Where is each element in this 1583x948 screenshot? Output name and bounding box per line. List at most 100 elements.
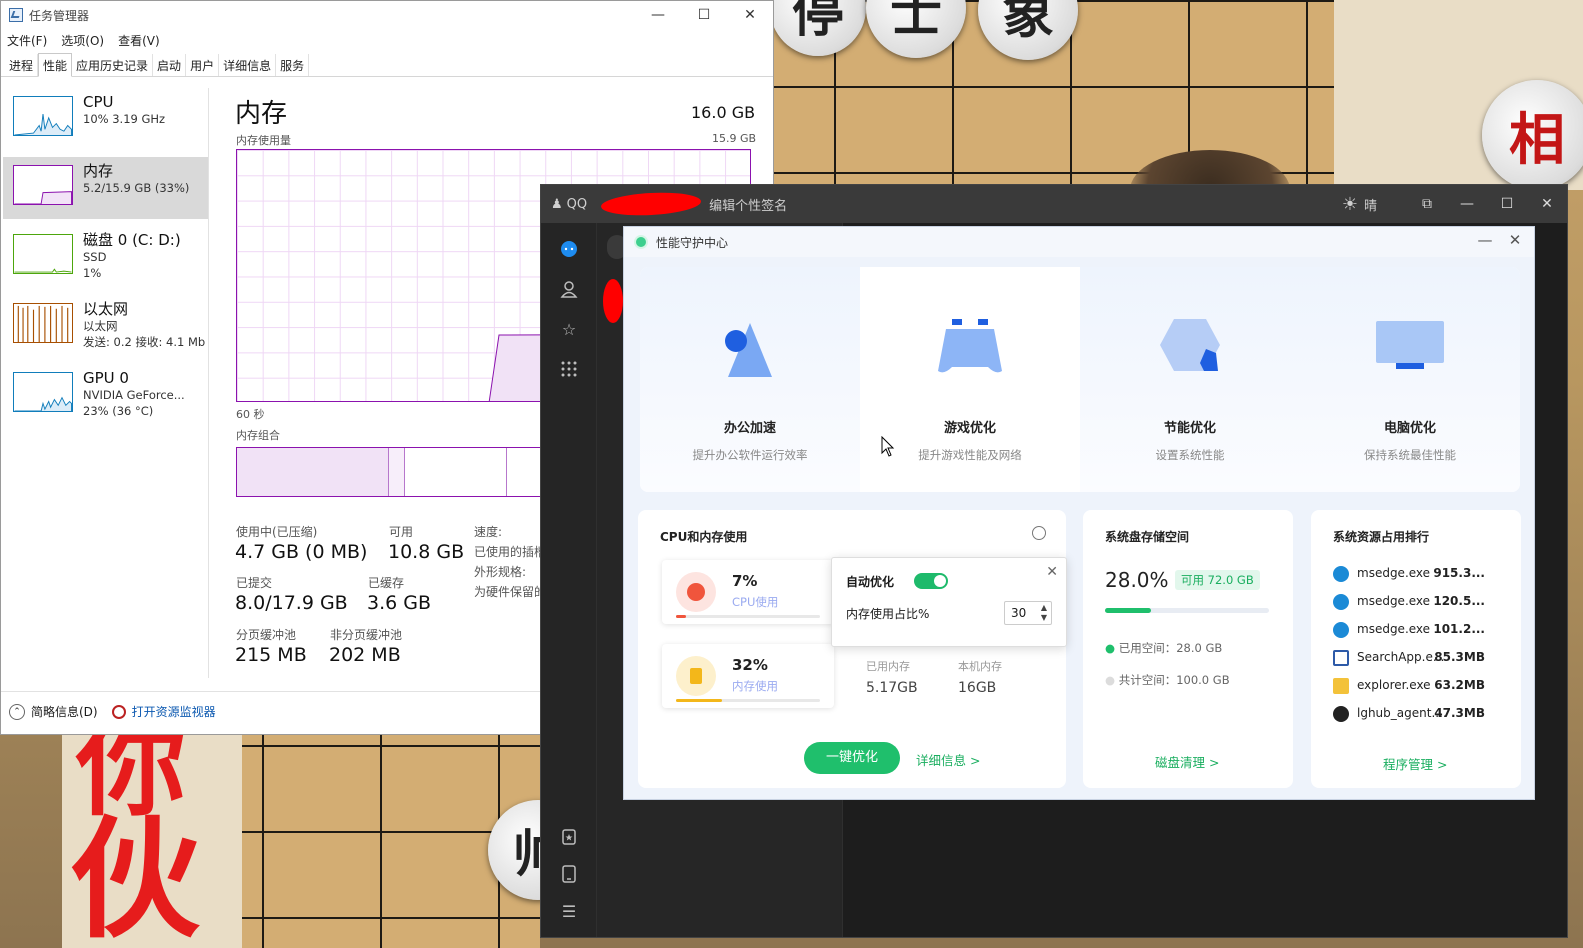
sidebar-item-memory[interactable]: 内存 5.2/15.9 GB (33%) xyxy=(3,157,208,219)
card-pc-optimize[interactable]: 电脑优化 保持系统最佳性能 xyxy=(1300,267,1520,492)
minimize-button[interactable]: — xyxy=(1474,231,1496,253)
optimization-cards: 办公加速 提升办公软件运行效率 游戏优化 提升游戏性能及网络 节能优化 设置系统… xyxy=(640,267,1520,492)
memory-usage-bar xyxy=(676,699,820,702)
search-app-icon xyxy=(1333,650,1349,666)
edge-icon xyxy=(1333,622,1349,638)
composition-label: 内存组合 xyxy=(236,429,280,442)
panel-title: 系统资源占用排行 xyxy=(1333,530,1430,544)
tab-app-history[interactable]: 应用历史记录 xyxy=(72,54,154,76)
list-item[interactable]: lghub_agent.... 47.3MB xyxy=(1333,704,1507,724)
sidebar-item-ethernet[interactable]: 以太网 以太网 发送: 0.2 接收: 4.1 Mb xyxy=(3,295,208,357)
details-link[interactable]: 详细信息 > xyxy=(916,750,980,769)
sidebar-detail: NVIDIA GeForce... xyxy=(83,388,185,402)
available-value: 10.8 GB xyxy=(388,541,465,563)
list-item[interactable]: SearchApp.e... 85.3MB xyxy=(1333,648,1507,668)
menu-file[interactable]: 文件(F) xyxy=(7,32,47,49)
sidebar-item-cpu[interactable]: CPU 10% 3.19 GHz xyxy=(3,88,208,150)
task-manager-icon xyxy=(9,8,23,22)
edit-signature-link[interactable]: 编辑个性签名 xyxy=(709,195,787,214)
star-icon[interactable]: ☆ xyxy=(559,319,579,339)
resource-monitor-icon xyxy=(111,704,126,719)
minimize-button[interactable]: — xyxy=(1447,196,1487,212)
menu-view[interactable]: 查看(V) xyxy=(118,32,160,49)
memory-usage-label: 内存使用 xyxy=(732,679,778,693)
gamepad-icon xyxy=(938,319,1002,373)
menu-icon[interactable]: ☰ xyxy=(559,901,579,921)
redacted-username xyxy=(600,190,702,218)
maximize-button[interactable]: ☐ xyxy=(681,1,727,29)
cpu-chip-icon xyxy=(676,572,716,612)
pin-window-icon[interactable]: ⧉ xyxy=(1407,196,1447,212)
sidebar-detail: 5.2/15.9 GB (33%) xyxy=(83,181,190,195)
minimize-button[interactable]: — xyxy=(635,1,681,29)
paged-pool-value: 215 MB xyxy=(235,644,307,666)
cpu-memory-panel: CPU和内存使用 7% CPU使用 32% 内存使用 已用内存 5.17GB 本… xyxy=(638,510,1067,788)
sidebar-detail: 10% 3.19 GHz xyxy=(83,112,166,126)
cpu-usage-bar xyxy=(676,615,820,618)
cpu-usage-label: CPU使用 xyxy=(732,595,779,609)
chevron-down-icon[interactable]: ▼ xyxy=(1041,613,1047,622)
close-button[interactable]: ✕ xyxy=(727,1,773,29)
bookmark-icon[interactable] xyxy=(559,827,579,847)
sidebar-item-disk[interactable]: 磁盘 0 (C: D:) SSD 1% xyxy=(3,226,208,288)
disk-cleanup-link[interactable]: 磁盘清理 > xyxy=(1155,752,1219,771)
auto-optimize-toggle[interactable] xyxy=(914,573,948,589)
ethernet-mini-graph xyxy=(13,303,73,343)
shield-logo-icon xyxy=(634,235,648,249)
apps-grid-icon[interactable] xyxy=(559,359,579,379)
title-bar[interactable]: 任务管理器 — ☐ ✕ xyxy=(1,1,773,29)
window-title: 任务管理器 xyxy=(29,8,90,23)
qq-title-bar[interactable]: ♟ QQ 编辑个性签名 ☀ 晴 ⧉ — ☐ ✕ xyxy=(541,185,1567,223)
close-button[interactable]: ✕ xyxy=(1527,196,1567,212)
contacts-icon[interactable] xyxy=(559,279,579,299)
chevron-up-icon[interactable]: ⌃ xyxy=(9,703,25,720)
chevron-up-icon[interactable]: ▲ xyxy=(1041,603,1047,612)
one-click-optimize-button[interactable]: 一键优化 xyxy=(804,742,900,774)
available-label: 可用 xyxy=(389,525,414,539)
tab-startup[interactable]: 启动 xyxy=(153,54,187,76)
dialog-title: 性能守护中心 xyxy=(656,235,729,250)
card-game-optimize[interactable]: 游戏优化 提升游戏性能及网络 xyxy=(860,267,1080,492)
card-title: 游戏优化 xyxy=(943,421,996,436)
tab-details[interactable]: 详细信息 xyxy=(219,54,277,76)
panel-title: CPU和内存使用 xyxy=(660,530,748,544)
open-resource-monitor-link[interactable]: 打开资源监视器 xyxy=(132,703,216,720)
list-item[interactable]: msedge.exe 915.3... xyxy=(1333,564,1507,584)
cached-label: 已缓存 xyxy=(368,576,405,590)
maximize-button[interactable]: ☐ xyxy=(1487,196,1527,212)
hardware-reserved-label: 为硬件保留的 xyxy=(474,585,547,599)
cpu-mini-graph xyxy=(13,96,73,136)
tab-users[interactable]: 用户 xyxy=(186,54,220,76)
settings-gear-icon[interactable] xyxy=(1032,526,1046,540)
gpu-mini-graph xyxy=(13,372,73,412)
office-boost-icon xyxy=(725,323,772,377)
list-item[interactable]: msedge.exe 120.5... xyxy=(1333,592,1507,612)
sidebar-item-gpu[interactable]: GPU 0 NVIDIA GeForce... 23% (36 °C) xyxy=(3,364,208,426)
phone-icon[interactable] xyxy=(559,864,579,884)
in-use-value: 4.7 GB (0 MB) xyxy=(235,541,368,563)
card-office-boost[interactable]: 办公加速 提升办公软件运行效率 xyxy=(640,267,860,492)
sidebar-detail: 1% xyxy=(83,266,102,280)
card-subtitle: 设置系统性能 xyxy=(1155,448,1225,462)
close-button[interactable]: ✕ xyxy=(1504,231,1526,253)
message-icon[interactable] xyxy=(559,239,579,259)
resource-ranking-panel: 系统资源占用排行 msedge.exe 915.3... msedge.exe 12… xyxy=(1311,510,1521,788)
menu-options[interactable]: 选项(O) xyxy=(61,32,104,49)
dialog-title-bar[interactable]: 性能守护中心 — ✕ xyxy=(624,227,1534,257)
tab-performance[interactable]: 性能 xyxy=(38,53,73,77)
tab-services[interactable]: 服务 xyxy=(276,54,310,76)
card-title: 办公加速 xyxy=(723,421,776,436)
tab-processes[interactable]: 进程 xyxy=(5,54,39,76)
list-item[interactable]: msedge.exe 101.2... xyxy=(1333,620,1507,640)
used-memory-value: 5.17GB xyxy=(866,680,918,696)
close-icon[interactable]: ✕ xyxy=(1046,564,1058,580)
threshold-stepper[interactable]: 30 ▲ ▼ xyxy=(1004,601,1052,625)
weather-text: 晴 xyxy=(1363,198,1377,214)
list-item[interactable]: explorer.exe 63.2MB xyxy=(1333,676,1507,696)
card-power-saving[interactable]: 节能优化 设置系统性能 xyxy=(1080,267,1300,492)
disk-usage-bar xyxy=(1105,608,1269,613)
in-use-label: 使用中(已压缩) xyxy=(236,525,318,539)
fewer-details-button[interactable]: 简略信息(D) xyxy=(31,703,98,720)
panel-title: 系统盘存储空间 xyxy=(1105,530,1190,544)
program-manager-link[interactable]: 程序管理 > xyxy=(1383,754,1447,773)
